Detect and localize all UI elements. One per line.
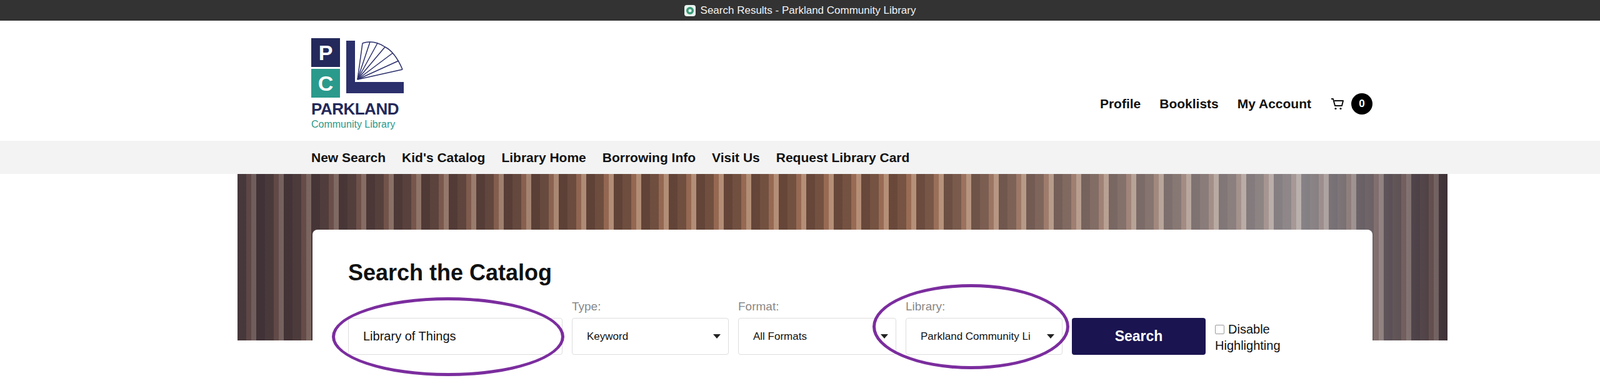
main-nav-link[interactable]: Request Library Card — [776, 150, 910, 165]
account-link[interactable]: Profile — [1100, 96, 1141, 112]
dropdown-arrow-icon — [1046, 333, 1055, 339]
logo-letter: P — [311, 38, 340, 67]
search-card: Search the CatalogLibrary of ThingsType:… — [312, 229, 1373, 388]
logo-subtitle: Community Library — [311, 118, 418, 130]
cart[interactable]: 0 — [1330, 93, 1373, 115]
annotation-circle — [872, 283, 1070, 369]
account-link[interactable]: My Account — [1237, 96, 1312, 112]
page: Search Results - Parkland Community Libr… — [0, 0, 1600, 388]
main-nav-link[interactable]: Visit Us — [711, 150, 760, 165]
main-nav: New Search Kid's Catalog Library Home Borro… — [0, 140, 1600, 174]
dropdown-arrow-icon — [880, 333, 889, 339]
library-logo[interactable]: PC PARKLANDCommunity Library — [311, 38, 418, 130]
search-field: Library: Parkland Community Li — [905, 299, 1063, 355]
dropdown-arrow-icon — [713, 333, 721, 339]
checkbox[interactable] — [1215, 324, 1225, 334]
disable-highlighting-option[interactable]: Disable Highlighting — [1215, 320, 1297, 354]
search-field: Library of Things — [348, 299, 563, 355]
annotation-circle — [331, 296, 565, 376]
search-input[interactable]: Library of Things — [348, 317, 563, 355]
search-row: Library of Things Type: Keyword Format: All … — [348, 299, 1337, 355]
account-nav: Profile Booklists My Account 0 — [1100, 93, 1373, 115]
search-field: Type: Keyword — [571, 299, 729, 355]
main-nav-link[interactable]: Borrowing Info — [602, 150, 696, 165]
select-box[interactable]: Keyword — [571, 317, 729, 355]
field-label — [348, 299, 563, 315]
logo-name: PARKLAND — [311, 100, 418, 119]
site-icon — [684, 5, 696, 17]
search-field: Format: All Formats — [738, 299, 897, 355]
main-nav-link[interactable]: New Search — [311, 150, 386, 165]
search-heading: Search the Catalog — [348, 259, 1337, 286]
search-button[interactable]: Search — [1071, 317, 1206, 355]
book-icon — [343, 38, 409, 97]
field-label: Format: — [738, 299, 897, 315]
field-label: Library: — [905, 299, 1063, 315]
site-header: PC PARKLANDCommunity Library Profile Bookli… — [0, 20, 1600, 141]
cart-count-badge: 0 — [1351, 93, 1373, 115]
cart-icon — [1330, 96, 1345, 112]
title-bar: Search Results - Parkland Community Libr… — [0, 0, 1600, 21]
main-nav-link[interactable]: Library Home — [501, 150, 586, 165]
field-label: Type: — [571, 299, 729, 315]
logo-letter: C — [311, 68, 340, 98]
window-title: Search Results - Parkland Community Libr… — [700, 4, 917, 17]
main-nav-link[interactable]: Kid's Catalog — [401, 150, 485, 165]
select-box[interactable]: All Formats — [738, 317, 897, 355]
select-box[interactable]: Parkland Community Li — [905, 317, 1063, 355]
account-link[interactable]: Booklists — [1159, 96, 1219, 112]
